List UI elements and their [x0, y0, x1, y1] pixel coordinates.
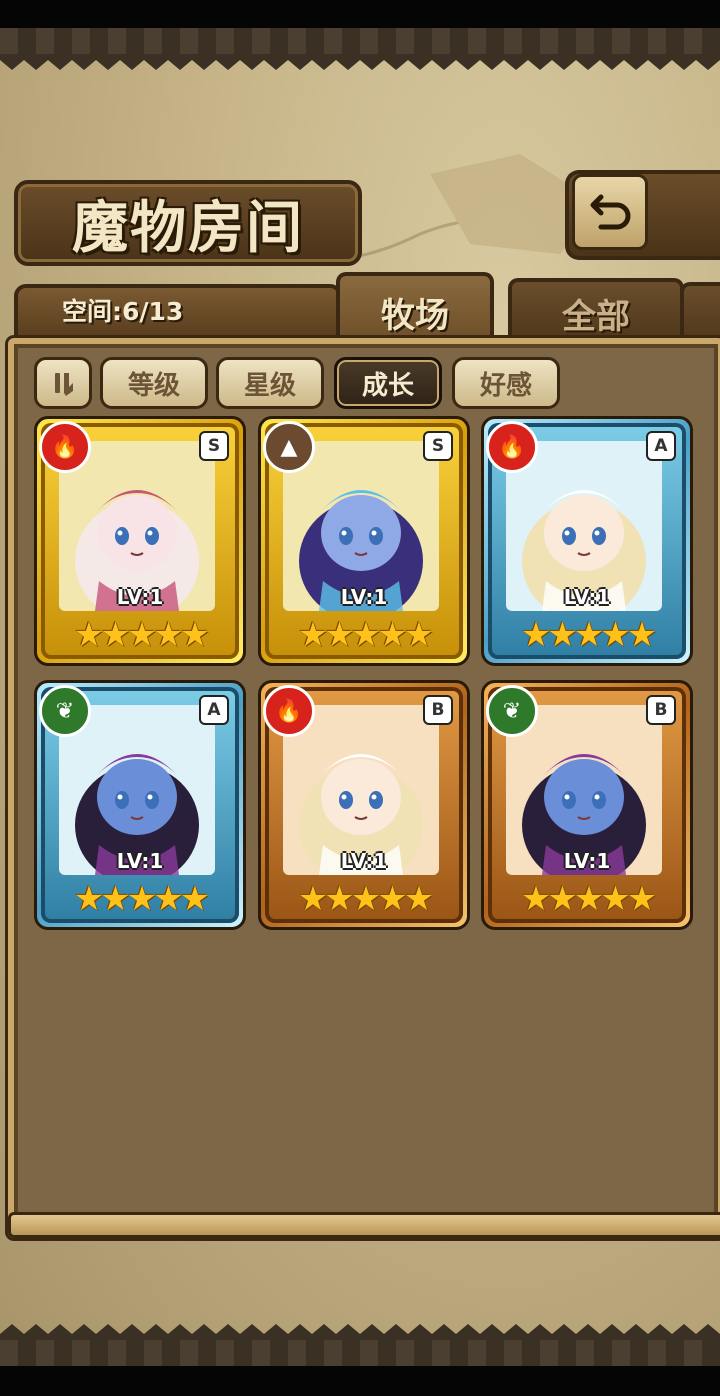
space-counter: 空间:6/13 — [62, 297, 184, 326]
monster-card[interactable]: ❦ A LV:1 ★★★★★ — [34, 680, 246, 930]
filter-affection[interactable]: 好感 — [452, 357, 560, 409]
element-fire-icon: 🔥 — [263, 685, 315, 737]
monster-card[interactable]: 🔥 S LV:1 ★★★★★ — [34, 416, 246, 666]
back-button[interactable] — [572, 174, 648, 250]
top-zigzag-edge — [0, 54, 720, 70]
monster-card[interactable]: ❦ B LV:1 ★★★★★ — [481, 680, 693, 930]
top-border-stripe — [0, 28, 720, 54]
rank-badge: S — [423, 431, 453, 461]
star-rating: ★★★★★ — [297, 879, 434, 919]
filter-stars[interactable]: 星级 — [216, 357, 324, 409]
monster-level: LV:1 — [563, 849, 611, 873]
star-rating: ★★★★★ — [520, 879, 657, 919]
tab-bar-end — [680, 282, 720, 346]
star-rating: ★★★★★ — [73, 615, 210, 655]
monster-card[interactable]: 🔥 B LV:1 ★★★★★ — [258, 680, 470, 930]
monster-level: LV:1 — [116, 585, 164, 609]
monster-card[interactable]: ▲ S LV:1 ★★★★★ — [258, 416, 470, 666]
monster-card[interactable]: 🔥 A LV:1 ★★★★★ — [481, 416, 693, 666]
star-rating: ★★★★★ — [297, 615, 434, 655]
bottom-border-stripe — [0, 1340, 720, 1366]
element-wind-icon: ❦ — [486, 685, 538, 737]
bottom-zigzag-edge — [0, 1324, 720, 1340]
return-arrow-icon — [590, 194, 631, 230]
panel-bottom-rail — [8, 1212, 720, 1238]
tab-all[interactable]: 全部 — [508, 278, 684, 344]
element-fire-icon: 🔥 — [486, 421, 538, 473]
sort-toggle-button[interactable] — [34, 357, 92, 409]
element-fire-icon: 🔥 — [39, 421, 91, 473]
monster-level: LV:1 — [563, 585, 611, 609]
rank-badge: A — [199, 695, 229, 725]
navigation-bar — [0, 1366, 720, 1396]
pause-sort-icon — [55, 373, 73, 396]
title-plate: 魔物房间 — [14, 180, 362, 266]
page-title: 魔物房间 — [72, 194, 304, 261]
star-rating: ★★★★★ — [520, 615, 657, 655]
monster-level: LV:1 — [340, 849, 388, 873]
element-earth-icon: ▲ — [263, 421, 315, 473]
rank-badge: A — [646, 431, 676, 461]
filter-growth[interactable]: 成长 — [334, 357, 442, 409]
tab-ranch[interactable]: 牧场 — [336, 272, 494, 348]
monster-level: LV:1 — [340, 585, 388, 609]
monster-level: LV:1 — [116, 849, 164, 873]
filter-level[interactable]: 等级 — [100, 357, 208, 409]
rank-badge: S — [199, 431, 229, 461]
rank-badge: B — [423, 695, 453, 725]
element-wind-icon: ❦ — [39, 685, 91, 737]
rank-badge: B — [646, 695, 676, 725]
star-rating: ★★★★★ — [73, 879, 210, 919]
status-bar — [0, 0, 720, 28]
